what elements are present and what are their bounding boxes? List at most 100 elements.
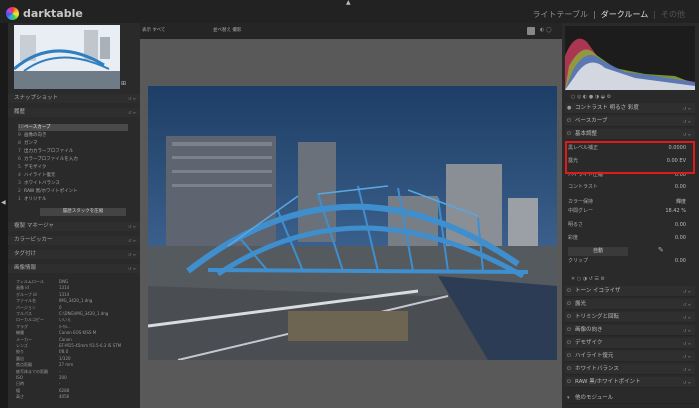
module-label: デモザイク <box>575 340 603 346</box>
histogram[interactable] <box>565 26 695 90</box>
preset-icon[interactable]: ↺ ≡ <box>683 364 691 375</box>
more-modules[interactable]: ▾ 他のモジュール <box>565 393 695 404</box>
info-key: フィルムロール <box>16 279 44 284</box>
history-item[interactable]: 9 画像の向き <box>18 132 128 139</box>
module-group-tabs[interactable]: ○ ◎ ◐ ● ◑ ◒ ⚙ <box>565 93 695 103</box>
filter-selector[interactable]: 表示 すべて <box>142 28 165 34</box>
compress-history-button[interactable]: 履歴スタックを圧縮 <box>40 208 126 216</box>
sort-selector[interactable]: 並べ替え 撮影 <box>213 28 241 34</box>
preset-icon[interactable]: ↺ ≡ <box>683 312 691 323</box>
select-color-preservation[interactable]: カラー保持 輝度 <box>568 198 690 207</box>
module-label: 露光 <box>575 301 587 307</box>
history-item[interactable]: 6 カラープロファイルを入力 <box>18 156 128 163</box>
reset-icon[interactable]: ↺ ≡ <box>128 108 136 117</box>
preset-icon[interactable]: ↺ ≡ <box>683 103 691 114</box>
history-item[interactable]: 3 ホワイトバランス <box>18 180 128 187</box>
preset-icon[interactable]: ↺ ≡ <box>683 116 691 127</box>
history-item[interactable]: 1 オリジナル <box>18 196 128 203</box>
history-item[interactable]: 10ベースカーブ <box>18 124 128 131</box>
reset-icon[interactable]: ↺ ≡ <box>128 94 136 103</box>
style-toggle-icon[interactable] <box>527 27 535 35</box>
slider-value: 0.00 <box>674 258 686 264</box>
module-demosaic[interactable]: ⏻ デモザイク ↺ ≡ <box>565 338 695 349</box>
history-item[interactable]: 7 出力カラープロファイル <box>18 148 128 155</box>
power-icon[interactable]: ⏻ <box>567 312 571 323</box>
history-item[interactable]: 2 RAW 黒/ホワイトポイント <box>18 188 128 195</box>
reset-icon[interactable]: ↺ ≡ <box>128 264 136 273</box>
module-orientation[interactable]: ⏻ 画像の向き ↺ ≡ <box>565 325 695 336</box>
module-quick-icons[interactable]: ✕ ○ ◑ ↺ ☰ ⚙ <box>565 275 695 285</box>
module-label: トリミングと回転 <box>575 314 620 320</box>
slider-contrast[interactable]: コントラスト 0.00 <box>568 183 690 192</box>
info-key: ローカルコピー <box>16 317 44 323</box>
module-label: 画像の向き <box>575 327 603 333</box>
section-tagging[interactable]: タグ付け ↺ ≡ <box>8 250 140 259</box>
navigation-thumbnail[interactable] <box>14 25 120 89</box>
preset-icon[interactable]: ↺ ≡ <box>683 338 691 349</box>
power-icon[interactable]: ⏻ <box>567 325 571 336</box>
section-history[interactable]: 履歴 ↺ ≡ <box>8 108 140 117</box>
module-header-active[interactable]: ● コントラスト 明るさ 彩度 ↺ ≡ <box>565 103 695 114</box>
view-other[interactable]: その他 <box>661 11 685 19</box>
section-duplicate-manager[interactable]: 複製 マネージャ ↺ ≡ <box>8 222 140 231</box>
toolbar-icons[interactable]: ◐ ◯ <box>540 28 552 33</box>
preset-icon[interactable]: ↺ ≡ <box>683 129 691 140</box>
section-image-info[interactable]: 画像情報 ↺ ≡ <box>8 264 140 273</box>
preset-icon[interactable]: ↺ ≡ <box>683 325 691 336</box>
slider-label: 中間グレー <box>568 208 594 214</box>
collapse-left-arrow-icon[interactable]: ◀ <box>1 200 6 206</box>
module-group-icons[interactable]: ○ ◎ ◐ ● ◑ ◒ ⚙ <box>571 95 611 100</box>
reset-icon[interactable]: ↺ ≡ <box>128 236 136 245</box>
section-snapshots[interactable]: スナップショット ↺ ≡ <box>8 94 140 103</box>
preset-icon[interactable]: ↺ ≡ <box>683 377 691 388</box>
info-key: 高さ <box>16 394 24 400</box>
zoom-icon[interactable]: ⊞ <box>121 81 126 87</box>
power-icon[interactable]: ⏻ <box>567 129 571 140</box>
slider-brightness[interactable]: 明るさ 0.00 <box>568 221 690 230</box>
section-color-picker[interactable]: カラーピッカー ↺ ≡ <box>8 236 140 245</box>
module-tone-equalizer[interactable]: ⏻ トーン イコライザ ↺ ≡ <box>565 286 695 297</box>
slider-middle-grey[interactable]: 中間グレー 18.42 % <box>568 207 690 216</box>
power-icon[interactable]: ⏻ <box>567 116 571 127</box>
module-label: ベースカーブ <box>575 118 608 124</box>
reset-icon[interactable]: ↺ ≡ <box>128 222 136 231</box>
collapse-top-arrow-icon[interactable]: ▲ <box>346 0 351 6</box>
history-item[interactable]: 5 デモザイク <box>18 164 128 171</box>
module-raw-black-white[interactable]: ⏻ RAW 黒/ホワイトポイント ↺ ≡ <box>565 377 695 388</box>
preset-icon[interactable]: ↺ ≡ <box>683 351 691 362</box>
info-value: 4056 <box>59 394 70 400</box>
module-label: コントラスト 明るさ 彩度 <box>575 105 639 111</box>
history-label: 画像の向き <box>24 133 47 138</box>
auto-button[interactable]: 自動 <box>568 247 628 256</box>
module-base-curve[interactable]: ⏻ ベースカーブ ↺ ≡ <box>565 116 695 127</box>
power-icon[interactable]: ⏻ <box>567 351 571 362</box>
module-crop-rotate[interactable]: ⏻ トリミングと回転 ↺ ≡ <box>565 312 695 323</box>
history-item[interactable]: 4 ハイライト復元 <box>18 172 128 179</box>
app-name: darktable <box>23 7 83 20</box>
power-icon[interactable]: ⏻ <box>567 286 571 297</box>
quick-icons[interactable]: ✕ ○ ◑ ↺ ☰ ⚙ <box>571 277 605 282</box>
main-photo[interactable] <box>148 86 557 360</box>
history-item[interactable]: 8 ガンマ <box>18 140 128 147</box>
module-exposure[interactable]: ⏻ 露光 ↺ ≡ <box>565 299 695 310</box>
module-basic-adjustments[interactable]: ⏻ 基本調整 ↺ ≡ <box>565 129 695 140</box>
history-label: RAW 黒/ホワイトポイント <box>24 189 78 194</box>
module-white-balance[interactable]: ⏻ ホワイトバランス ↺ ≡ <box>565 364 695 375</box>
module-highlight-reconstruction[interactable]: ⏻ ハイライト復元 ↺ ≡ <box>565 351 695 362</box>
slider-clip[interactable]: クリップ 0.00 <box>568 257 690 266</box>
info-key: 焦点距離 <box>16 362 32 368</box>
preset-icon[interactable]: ↺ ≡ <box>683 286 691 297</box>
preset-icon[interactable]: ↺ ≡ <box>683 299 691 310</box>
view-darkroom[interactable]: ダークルーム <box>601 11 649 19</box>
slider-saturation[interactable]: 彩度 0.00 <box>568 234 690 243</box>
power-icon[interactable]: ⏻ <box>567 338 571 349</box>
view-lighttable[interactable]: ライトテーブル <box>533 11 589 19</box>
section-label: タグ付け <box>14 251 37 257</box>
color-picker-icon[interactable]: ✎ <box>658 247 664 254</box>
power-icon[interactable]: ⏻ <box>567 377 571 388</box>
power-icon[interactable]: ⏻ <box>567 299 571 310</box>
power-icon[interactable]: ⏻ <box>567 364 571 375</box>
history-label: ホワイトバランス <box>24 181 60 186</box>
reset-icon[interactable]: ↺ ≡ <box>128 250 136 259</box>
slider-label: カラー保持 <box>568 199 594 205</box>
